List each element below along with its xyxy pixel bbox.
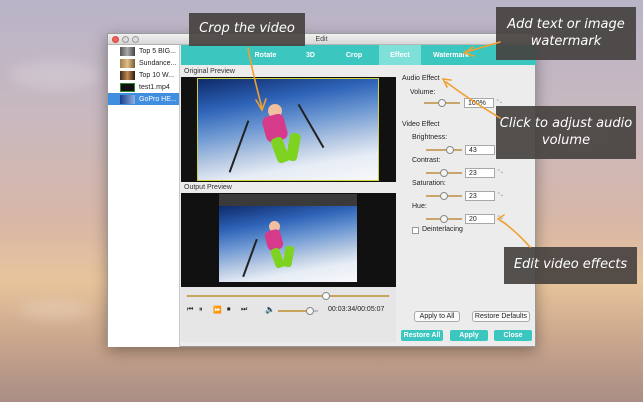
file-list: Top 5 BIG... Sundance... Top 10 W... tes…: [108, 45, 180, 347]
callout-audio-text: Click to adjust audio volume: [499, 116, 633, 148]
tab-crop[interactable]: Crop: [329, 45, 379, 65]
contrast-slider[interactable]: [426, 169, 462, 177]
player-controls: ⏮ ⏸ ⏩ ⏹ ⏭ 🔈 00:03:34/00:05:07: [181, 287, 396, 342]
callout-effects: Edit video effects: [504, 247, 637, 284]
gopro-skier-frame: [197, 78, 379, 181]
skip-back-icon[interactable]: ⏮: [187, 306, 193, 314]
minimize-window-button[interactable]: [122, 36, 129, 43]
hue-value-field[interactable]: 20: [465, 214, 503, 224]
edit-tabs: Rotate 3D Crop Effect Watermark: [181, 45, 536, 65]
callout-crop-text: Crop the video: [199, 21, 295, 37]
tab-effect[interactable]: Effect: [379, 45, 421, 65]
file-name: test1.mp4: [139, 83, 170, 91]
brightness-slider[interactable]: [426, 146, 462, 154]
edit-window: Edit Top 5 BIG... Sundance... Top 10 W..…: [107, 33, 536, 347]
file-item-selected[interactable]: GoPro HE...: [108, 93, 179, 105]
file-thumbnail: [120, 70, 135, 80]
file-item[interactable]: Sundance...: [108, 57, 179, 69]
hue-slider[interactable]: [426, 215, 462, 223]
deinterlacing-checkbox[interactable]: [412, 227, 419, 234]
file-name: Top 10 W...: [139, 71, 175, 79]
pause-icon[interactable]: ⏸: [199, 306, 203, 314]
tab-3d[interactable]: 3D: [292, 45, 329, 65]
sky-cloud: [10, 60, 100, 90]
audio-effect-heading: Audio Effect: [402, 75, 440, 82]
output-preview-label: Output Preview: [184, 184, 232, 191]
original-preview: [181, 77, 396, 182]
original-preview-label: Original Preview: [184, 68, 235, 75]
preview-pane: Original Preview Output Preview ⏮ ⏸ ⏩ ⏹ …: [181, 65, 396, 348]
time-display: 00:03:34/00:05:07: [328, 306, 385, 313]
stop-icon[interactable]: ⏹: [227, 306, 231, 314]
restore-defaults-button[interactable]: Restore Defaults: [472, 311, 530, 322]
skip-forward-icon[interactable]: ⏭: [241, 306, 247, 314]
callout-audio: Click to adjust audio volume: [496, 106, 636, 159]
apply-button[interactable]: Apply: [450, 330, 488, 341]
seek-bar[interactable]: [187, 292, 389, 300]
zoom-window-button[interactable]: [132, 36, 139, 43]
brightness-knob[interactable]: [446, 146, 454, 154]
output-frame: [219, 206, 357, 282]
volume-value-field[interactable]: 100%: [464, 98, 502, 108]
tab-watermark[interactable]: Watermark: [421, 45, 481, 65]
window-title: Edit: [315, 36, 328, 43]
hue-knob[interactable]: [440, 215, 448, 223]
restore-all-button[interactable]: Restore All: [401, 330, 443, 341]
file-item[interactable]: test1.mp4: [108, 81, 179, 93]
apply-to-all-button[interactable]: Apply to All: [414, 311, 460, 322]
volume-label: Volume:: [410, 89, 436, 96]
close-window-button[interactable]: [112, 36, 119, 43]
saturation-value-field[interactable]: 23: [465, 191, 503, 201]
callout-effects-text: Edit video effects: [513, 257, 628, 273]
close-button[interactable]: Close: [494, 330, 532, 341]
seek-knob[interactable]: [322, 292, 331, 300]
file-thumbnail: [120, 46, 135, 56]
player-volume-slider[interactable]: [278, 307, 318, 315]
file-item[interactable]: Top 10 W...: [108, 69, 179, 81]
file-item[interactable]: Top 5 BIG...: [108, 45, 179, 57]
file-thumbnail: [120, 58, 135, 68]
brightness-label: Brightness:: [412, 134, 448, 141]
deinterlacing-label: Deinterlacing: [422, 226, 463, 233]
callout-crop: Crop the video: [189, 13, 305, 46]
file-thumbnail: [120, 82, 135, 92]
saturation-knob[interactable]: [440, 192, 448, 200]
sky-cloud: [20, 300, 90, 320]
contrast-knob[interactable]: [440, 169, 448, 177]
file-name: GoPro HE...: [139, 95, 177, 103]
volume-slider[interactable]: [424, 99, 460, 107]
volume-knob[interactable]: [438, 99, 446, 107]
saturation-label: Saturation:: [412, 180, 446, 187]
hue-label: Hue:: [412, 203, 427, 210]
saturation-slider[interactable]: [426, 192, 462, 200]
file-thumbnail: [120, 94, 135, 104]
output-preview: [181, 193, 396, 287]
title-bar: Edit: [108, 34, 535, 45]
callout-watermark: Add text or image watermark: [496, 7, 636, 60]
file-name: Sundance...: [139, 59, 177, 67]
video-effect-heading: Video Effect: [402, 121, 440, 128]
file-name: Top 5 BIG...: [139, 47, 176, 55]
player-volume-knob[interactable]: [306, 307, 314, 315]
fast-forward-icon[interactable]: ⏩: [213, 306, 222, 314]
tab-rotate[interactable]: Rotate: [239, 45, 292, 65]
contrast-label: Contrast:: [412, 157, 441, 164]
contrast-value-field[interactable]: 23: [465, 168, 503, 178]
speaker-icon[interactable]: 🔈: [265, 305, 275, 314]
callout-watermark-text: Add text or image watermark: [507, 17, 625, 49]
brightness-value-field[interactable]: 43: [465, 145, 503, 155]
